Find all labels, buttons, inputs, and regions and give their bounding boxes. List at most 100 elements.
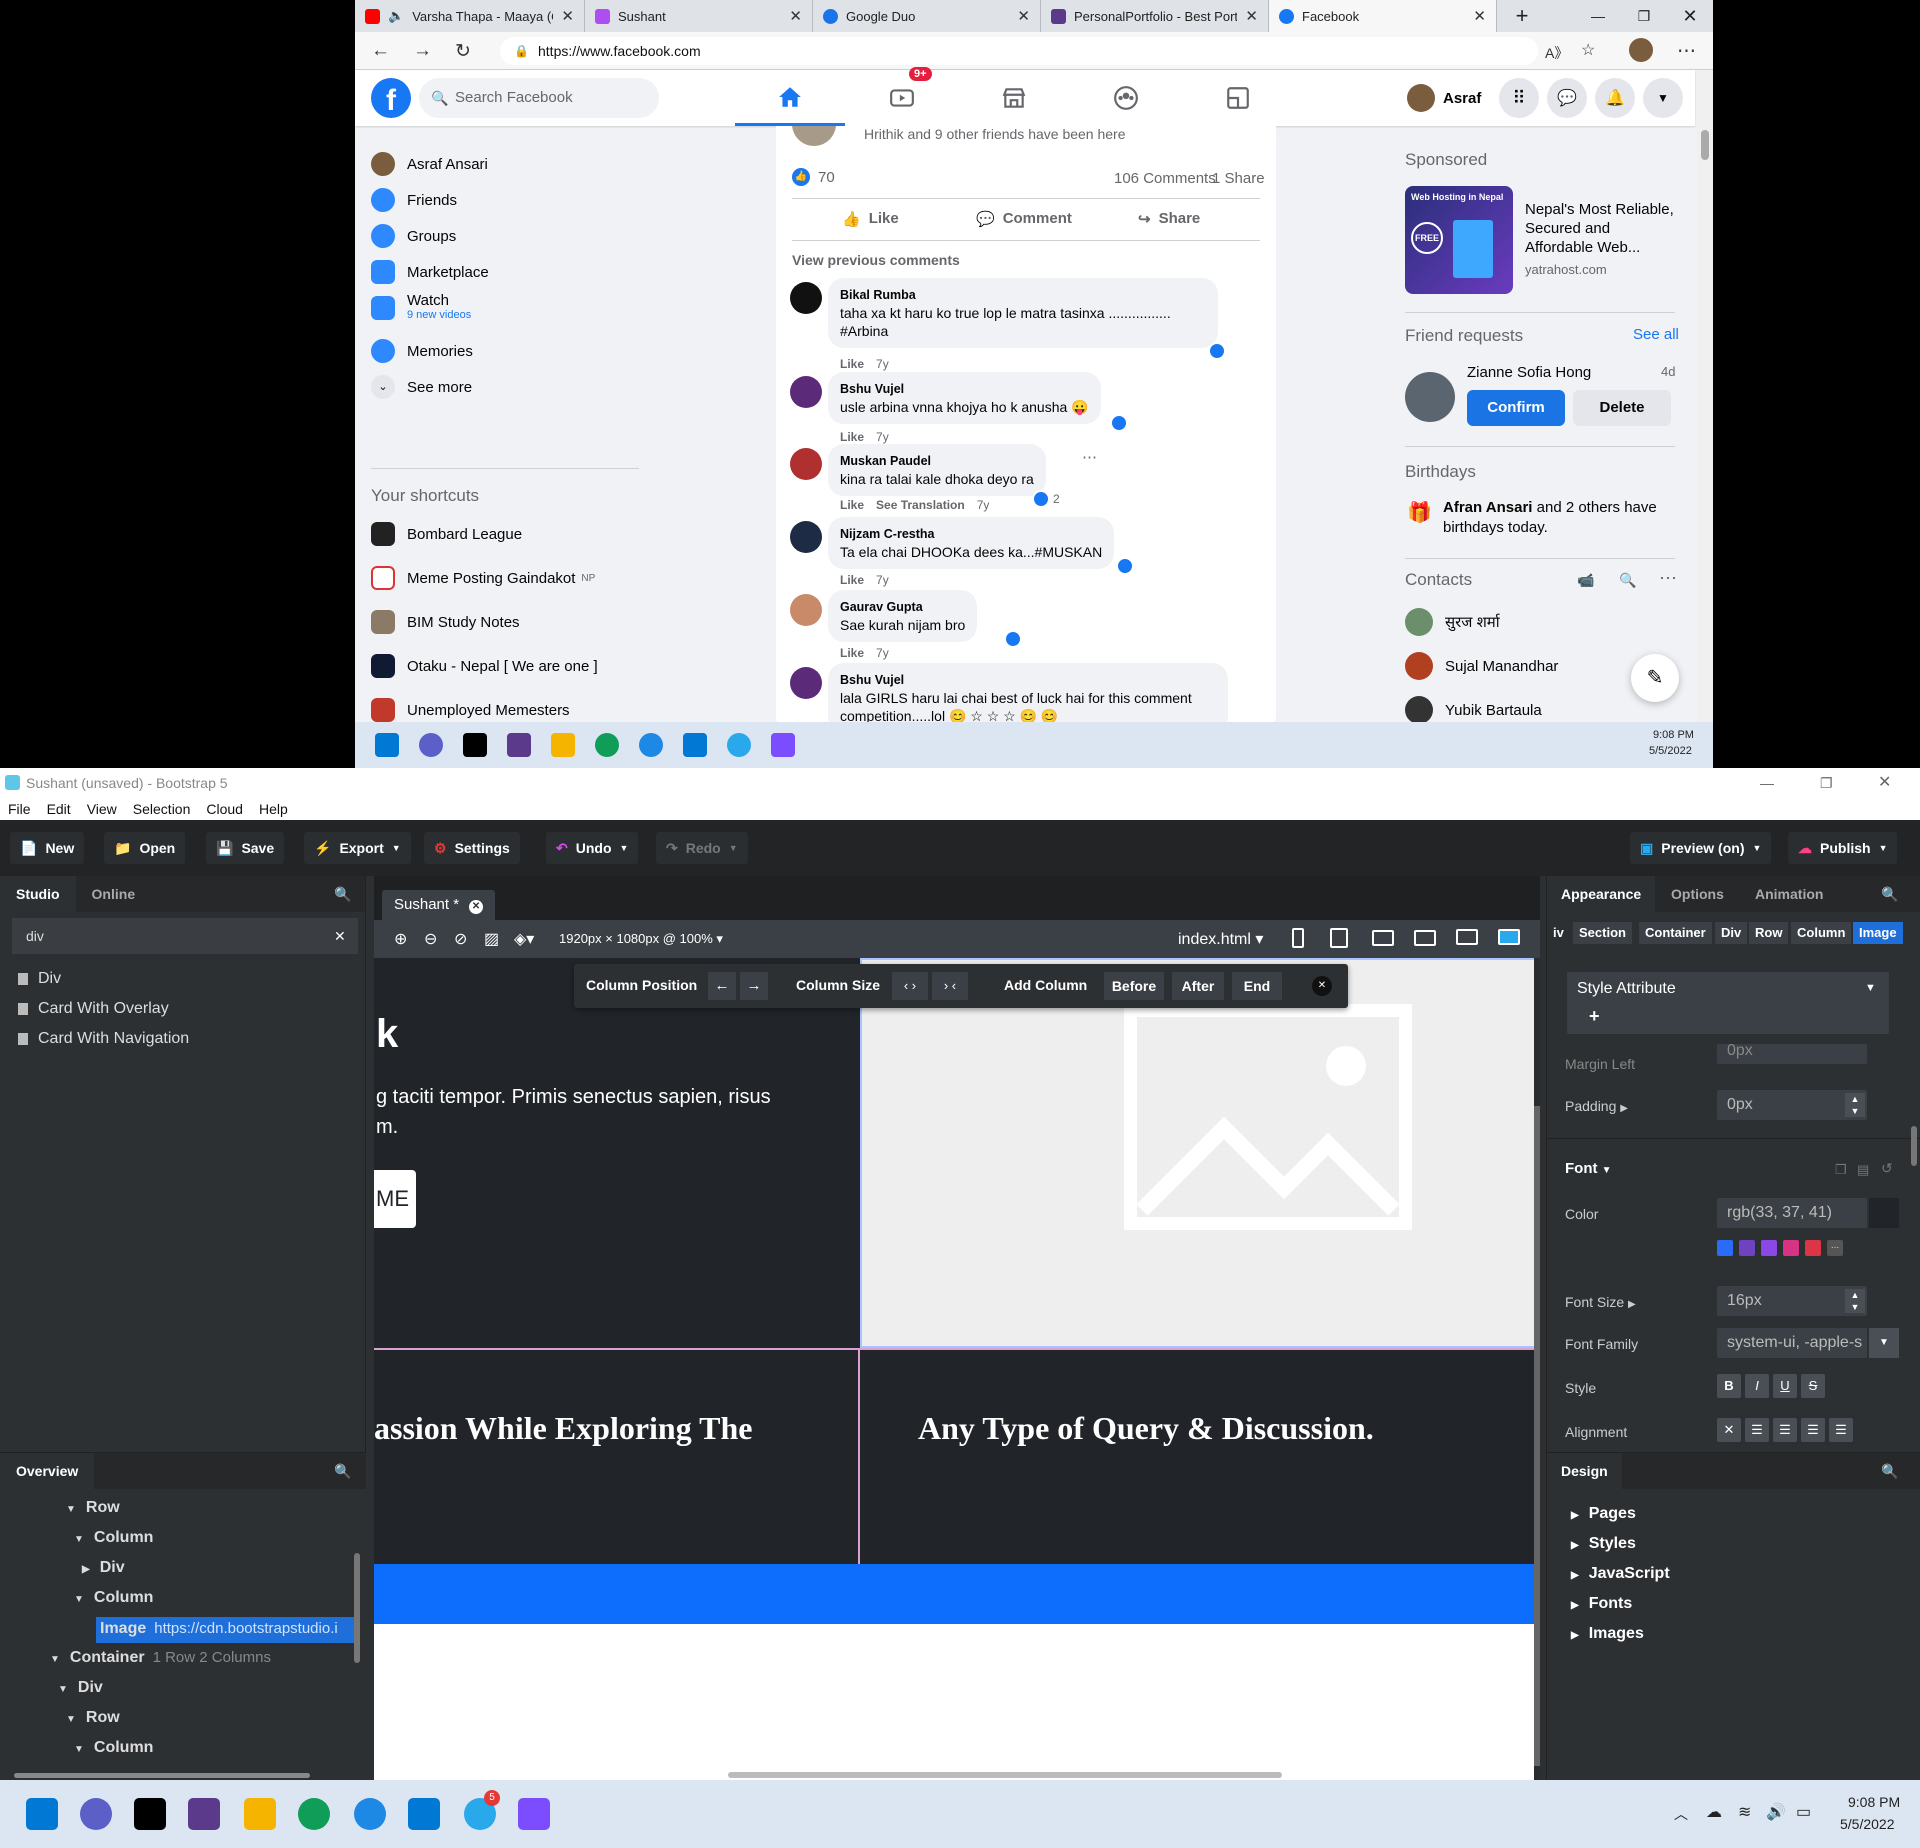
nav-groups[interactable] xyxy=(1071,70,1181,126)
mobile-view-icon[interactable] xyxy=(1292,928,1304,948)
close-window-button[interactable]: ✕ xyxy=(1878,768,1891,798)
more-options-icon[interactable]: ⋯ xyxy=(1082,448,1097,466)
section-left-column[interactable]: assion While Exploring The xyxy=(374,1348,860,1564)
restore-button[interactable]: ❐ xyxy=(1621,0,1667,32)
wifi-icon[interactable]: ≋ xyxy=(1738,1802,1751,1822)
minimize-button[interactable]: — xyxy=(1575,0,1621,32)
chat-icon[interactable] xyxy=(419,733,443,757)
breadcrumb-item[interactable]: Column xyxy=(1791,922,1852,944)
add-before-button[interactable]: Before xyxy=(1104,972,1164,1000)
tree-node[interactable]: ▼ Row xyxy=(66,1499,120,1517)
add-after-button[interactable]: After xyxy=(1172,972,1224,1000)
tablet-view-icon[interactable] xyxy=(1330,928,1348,948)
birthday-name[interactable]: Afran Ansari xyxy=(1443,499,1532,516)
app-icon[interactable] xyxy=(507,733,531,757)
profile-avatar[interactable] xyxy=(1629,38,1653,62)
padding-label[interactable]: Padding ▶ xyxy=(1565,1098,1628,1114)
volume-icon[interactable]: 🔊 xyxy=(1766,1802,1786,1822)
browser-tab[interactable]: Google Duo ✕ xyxy=(813,0,1041,32)
shortcut-item[interactable]: Meme Posting Gaindakot NP xyxy=(371,566,595,590)
scrollbar-thumb[interactable] xyxy=(1701,130,1709,160)
color-swatch-preview[interactable] xyxy=(1869,1198,1899,1228)
shortcut-item[interactable]: Bombard League xyxy=(371,522,522,546)
imdb-icon[interactable] xyxy=(134,1798,166,1830)
tree-node[interactable]: ▼ Div xyxy=(58,1679,103,1697)
app-icon[interactable] xyxy=(188,1798,220,1830)
menu-button[interactable]: ⠿ xyxy=(1499,78,1539,118)
font-size-label[interactable]: Font Size ▶ xyxy=(1565,1294,1636,1310)
telegram-icon[interactable] xyxy=(727,733,751,757)
new-button[interactable]: 📄 New xyxy=(10,832,85,864)
forward-icon[interactable]: → xyxy=(413,40,432,62)
design-tree-pages[interactable]: ▶ Pages xyxy=(1571,1505,1636,1523)
component-search-input[interactable]: div ✕ xyxy=(12,918,358,954)
breadcrumb-item[interactable]: Container xyxy=(1639,922,1712,944)
desktop-view-icon[interactable] xyxy=(1456,929,1478,945)
favorite-icon[interactable]: ☆ xyxy=(1581,40,1595,60)
menu-selection[interactable]: Selection xyxy=(133,798,191,820)
close-icon[interactable]: ✕ xyxy=(789,7,802,25)
chevron-up-icon[interactable]: ︿ xyxy=(1674,1804,1688,1824)
confirm-button[interactable]: Confirm xyxy=(1467,390,1565,426)
search-icon[interactable]: 🔍 xyxy=(334,1463,351,1480)
comment-time[interactable]: 7y xyxy=(977,498,990,512)
image-icon[interactable]: ▨ xyxy=(484,929,499,949)
browser-tab[interactable]: PersonalPortfolio - Best Portfo ✕ xyxy=(1041,0,1269,32)
tab-design[interactable]: Design xyxy=(1547,1453,1622,1489)
component-item[interactable]: Card With Overlay xyxy=(18,1000,169,1018)
bootstrap-studio-icon[interactable] xyxy=(518,1798,550,1830)
read-aloud-icon[interactable]: A》 xyxy=(1545,43,1568,63)
search-icon[interactable]: 🔍 xyxy=(334,886,351,903)
laptop-view-icon[interactable] xyxy=(1414,930,1436,946)
close-toolbar-button[interactable]: ✕ xyxy=(1312,976,1332,996)
color-input[interactable]: rgb(33, 37, 41) xyxy=(1717,1198,1867,1228)
tree-node[interactable]: ▼ Container 1 Row 2 Columns xyxy=(50,1649,271,1667)
paste-icon[interactable]: ▤ xyxy=(1857,1162,1869,1178)
settings-button[interactable]: ⚙ Settings xyxy=(424,832,520,864)
comment-author[interactable]: Bshu Vujel xyxy=(840,671,1216,689)
comment-author[interactable]: Muskan Paudel xyxy=(840,452,1034,470)
app-icon[interactable] xyxy=(639,733,663,757)
stepper-icon[interactable]: ▲ ▼ xyxy=(1845,1289,1865,1313)
shrink-column-button[interactable]: › ‹ xyxy=(932,972,968,1000)
breadcrumb-item[interactable]: iv xyxy=(1547,922,1570,944)
canvas-size-dropdown[interactable]: 1920px × 1080px @ 100% ▾ xyxy=(559,931,723,947)
sidebar-item-watch[interactable]: Watch 9 new videos xyxy=(371,292,471,321)
align-center-button[interactable]: ☰ xyxy=(1773,1418,1797,1442)
font-family-dropdown[interactable]: ▼ xyxy=(1869,1328,1899,1358)
design-tree-javascript[interactable]: ▶ JavaScript xyxy=(1571,1565,1670,1583)
vscode-icon[interactable] xyxy=(683,733,707,757)
add-style-button[interactable]: + xyxy=(1589,1006,1600,1027)
hero-left-column[interactable]: k g taciti tempor. Primis senectus sapie… xyxy=(374,958,860,1348)
new-tab-button[interactable]: + xyxy=(1499,0,1545,32)
rotate-icon[interactable]: ⊘ xyxy=(454,929,467,949)
comment-action-button[interactable]: 💬 Comment xyxy=(976,210,1072,228)
hero-button[interactable]: ME xyxy=(374,1170,416,1228)
comment-time[interactable]: 7y xyxy=(876,646,889,660)
close-icon[interactable]: ✕ xyxy=(1473,7,1486,25)
app-icon[interactable] xyxy=(354,1798,386,1830)
tab-overview[interactable]: Overview xyxy=(0,1453,95,1489)
comment-like-link[interactable]: Like xyxy=(840,573,864,587)
padding-input[interactable]: 0px ▲ ▼ xyxy=(1717,1090,1867,1120)
reset-icon[interactable]: ↺ xyxy=(1881,1160,1893,1177)
refresh-icon[interactable]: ↻ xyxy=(455,40,471,63)
comment-author[interactable]: Nijzam C-restha xyxy=(840,525,1102,543)
sidebar-see-more[interactable]: ⌄ See more xyxy=(371,375,472,399)
tree-node[interactable]: ▼ Column xyxy=(74,1529,153,1547)
section-right-column[interactable]: Any Type of Query & Discussion. xyxy=(860,1348,1536,1564)
scrollbar[interactable] xyxy=(1697,70,1713,722)
menu-view[interactable]: View xyxy=(87,798,117,820)
search-input[interactable]: 🔍 Search Facebook xyxy=(419,78,659,118)
request-name[interactable]: Zianne Sofia Hong xyxy=(1467,364,1591,381)
shortcut-item[interactable]: BIM Study Notes xyxy=(371,610,520,634)
search-icon[interactable]: 🔍 xyxy=(1881,1463,1898,1480)
align-justify-button[interactable]: ☰ xyxy=(1829,1418,1853,1442)
save-button[interactable]: 💾 Save xyxy=(206,832,285,864)
messenger-button[interactable]: 💬 xyxy=(1547,78,1587,118)
redo-button[interactable]: ↷ Redo ▼ xyxy=(656,832,748,864)
bold-button[interactable]: B xyxy=(1717,1374,1741,1398)
sidebar-item-marketplace[interactable]: Marketplace xyxy=(371,260,489,284)
component-item[interactable]: Div xyxy=(18,970,61,988)
start-icon[interactable] xyxy=(26,1798,58,1830)
